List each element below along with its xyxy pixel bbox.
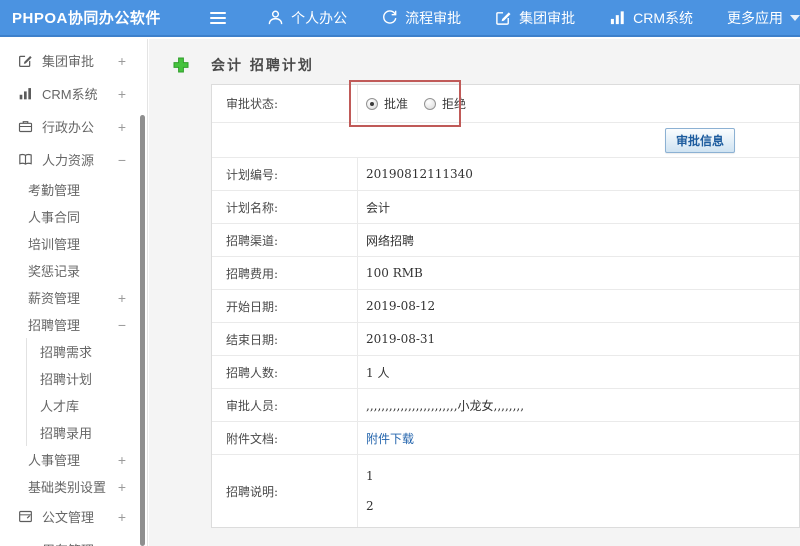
page-title-text: 会计 招聘计划 [211, 58, 314, 74]
nav-personal-office[interactable]: 个人办公 [267, 8, 347, 28]
table-row: 计划名称: 会计 [212, 191, 799, 224]
row-label: 招聘渠道: [212, 224, 358, 256]
row-value: 1 人 [366, 365, 390, 380]
cycle-icon [381, 9, 398, 26]
sidebar-item[interactable]: 人事管理 + [0, 446, 147, 473]
sidebar-item[interactable]: 考勤管理 [0, 176, 147, 203]
main-content: 会计 招聘计划 审批状态: 批准 拒绝 审批信息 计划编号: 20190812111… [149, 39, 800, 546]
expand-icon[interactable]: + [118, 480, 126, 494]
sidebar-item[interactable]: 人事合同 [0, 203, 147, 230]
row-label: 招聘费用: [212, 257, 358, 289]
table-data-rows: 计划编号: 20190812111340 计划名称: 会计 招聘渠道: 网络招聘 招聘费用:… [212, 158, 799, 527]
table-row: 结束日期: 2019-08-31 [212, 323, 799, 356]
description-line: 2 [366, 499, 374, 513]
sidebar-item[interactable]: 奖惩记录 [0, 257, 147, 284]
row-value: 附件下载 [358, 422, 799, 454]
row-value: 12 [358, 455, 799, 527]
sidebar-item[interactable]: 薪资管理 + [0, 284, 147, 311]
table-row: 计划编号: 20190812111340 [212, 158, 799, 191]
sidebar: 集团审批 + CRM系统 + 行政办公 + 人力资源 − 考勤管理 人事合同 培训管理 奖惩记录 薪资管… [0, 39, 148, 546]
row-value: ,,,,,,,,,,,,,,,,,,,,,,,,小龙女,,,,,,,, [366, 398, 525, 413]
approval-info-button[interactable]: 审批信息 [664, 127, 735, 153]
sidebar-item[interactable]: CRM系统 + [0, 77, 147, 110]
chart-icon [18, 86, 33, 101]
detail-table: 审批状态: 批准 拒绝 审批信息 计划编号: 20190812111340 计划名称:… [211, 84, 800, 528]
expand-icon[interactable]: + [118, 54, 126, 68]
sidebar-item[interactable]: 招聘计划 [26, 365, 147, 392]
row-label: 审批人员: [212, 389, 358, 421]
app-logo: PHPOA协同办公软件 [12, 10, 161, 27]
table-row: 招聘渠道: 网络招聘 [212, 224, 799, 257]
table-row: 开始日期: 2019-08-12 [212, 290, 799, 323]
briefcase-icon [18, 119, 33, 134]
row-label: 招聘说明: [212, 455, 358, 527]
sidebar-scrollbar[interactable] [140, 115, 145, 546]
doc-icon [18, 509, 33, 524]
expand-icon[interactable]: + [118, 291, 126, 305]
expand-icon[interactable]: + [118, 120, 126, 134]
approval-radio-group: 批准 拒绝 [366, 95, 482, 112]
expand-icon[interactable]: + [118, 510, 126, 524]
expand-icon[interactable]: + [118, 543, 126, 546]
expand-icon[interactable]: + [118, 453, 126, 467]
page-title: 会计 招聘计划 [173, 55, 314, 75]
table-row: 招聘费用: 100 RMB [212, 257, 799, 290]
sidebar-item[interactable]: 用车管理+ [0, 533, 147, 546]
sidebar-item[interactable]: 人力资源 − [0, 143, 147, 176]
top-header: PHPOA协同办公软件 个人办公 流程审批 集团审批 CRM系统 更多应用 [0, 0, 800, 37]
sidebar-item[interactable]: 人才库 [26, 392, 147, 419]
row-label: 结束日期: [212, 323, 358, 355]
sidebar-menu: 集团审批 + CRM系统 + 行政办公 + 人力资源 − 考勤管理 人事合同 培训管理 奖惩记录 薪资管… [0, 44, 147, 546]
sidebar-item[interactable]: 基础类别设置 + [0, 473, 147, 500]
menu-icon[interactable] [209, 9, 231, 27]
row-label: 招聘人数: [212, 356, 358, 388]
nav-crm-system[interactable]: CRM系统 [609, 8, 693, 28]
edit-icon [495, 9, 512, 26]
table-row: 招聘人数: 1 人 [212, 356, 799, 389]
row-value: 100 RMB [366, 266, 423, 280]
top-nav: 个人办公 流程审批 集团审批 CRM系统 更多应用 [267, 8, 800, 28]
radio-approve[interactable] [366, 97, 378, 110]
sidebar-item[interactable]: 公文管理 + [0, 500, 147, 533]
collapse-icon[interactable]: − [118, 153, 126, 167]
edit-icon [18, 53, 33, 68]
collapse-icon[interactable]: − [118, 318, 126, 332]
table-row: 审批人员: ,,,,,,,,,,,,,,,,,,,,,,,,小龙女,,,,,,,, [212, 389, 799, 422]
table-row: 招聘说明: 1 2 [212, 455, 799, 527]
attachment-download-link[interactable]: 附件下载 [366, 430, 414, 447]
sidebar-item[interactable]: 招聘录用 [26, 419, 147, 446]
radio-label: 批准 [384, 97, 409, 111]
plus-icon [173, 57, 189, 73]
chart-icon [609, 9, 626, 26]
table-row: 附件文档: 附件下载 [212, 422, 799, 455]
book-icon [18, 152, 33, 167]
row-label: 计划名称: [212, 191, 358, 223]
description-line: 1 [366, 469, 374, 483]
radio-reject[interactable] [424, 97, 437, 110]
table-row-button: 审批信息 [212, 123, 799, 158]
sidebar-item[interactable]: 招聘需求 [26, 338, 147, 365]
sidebar-item[interactable]: 招聘管理 − [0, 311, 147, 338]
row-value: 2019-08-31 [366, 332, 436, 346]
expand-icon[interactable]: + [118, 87, 126, 101]
row-label: 附件文档: [212, 422, 358, 454]
row-value: 会计 [366, 200, 391, 215]
car-icon [18, 542, 33, 546]
table-row-approval-status: 审批状态: 批准 拒绝 [212, 85, 799, 123]
nav-group-approval[interactable]: 集团审批 [495, 8, 575, 28]
row-value: 网络招聘 [366, 233, 415, 248]
row-label: 开始日期: [212, 290, 358, 322]
nav-more-apps[interactable]: 更多应用 [727, 8, 800, 28]
radio-label: 拒绝 [442, 97, 467, 111]
row-label: 计划编号: [212, 158, 358, 190]
caret-down-icon [790, 14, 800, 21]
row-value: 2019-08-12 [366, 299, 436, 313]
sidebar-item[interactable]: 培训管理 [0, 230, 147, 257]
sidebar-item[interactable]: 集团审批 + [0, 44, 147, 77]
row-value: 20190812111340 [366, 167, 473, 181]
nav-workflow-approval[interactable]: 流程审批 [381, 8, 461, 28]
row-label: 审批状态: [212, 85, 358, 122]
person-icon [267, 9, 284, 26]
sidebar-item[interactable]: 行政办公 + [0, 110, 147, 143]
